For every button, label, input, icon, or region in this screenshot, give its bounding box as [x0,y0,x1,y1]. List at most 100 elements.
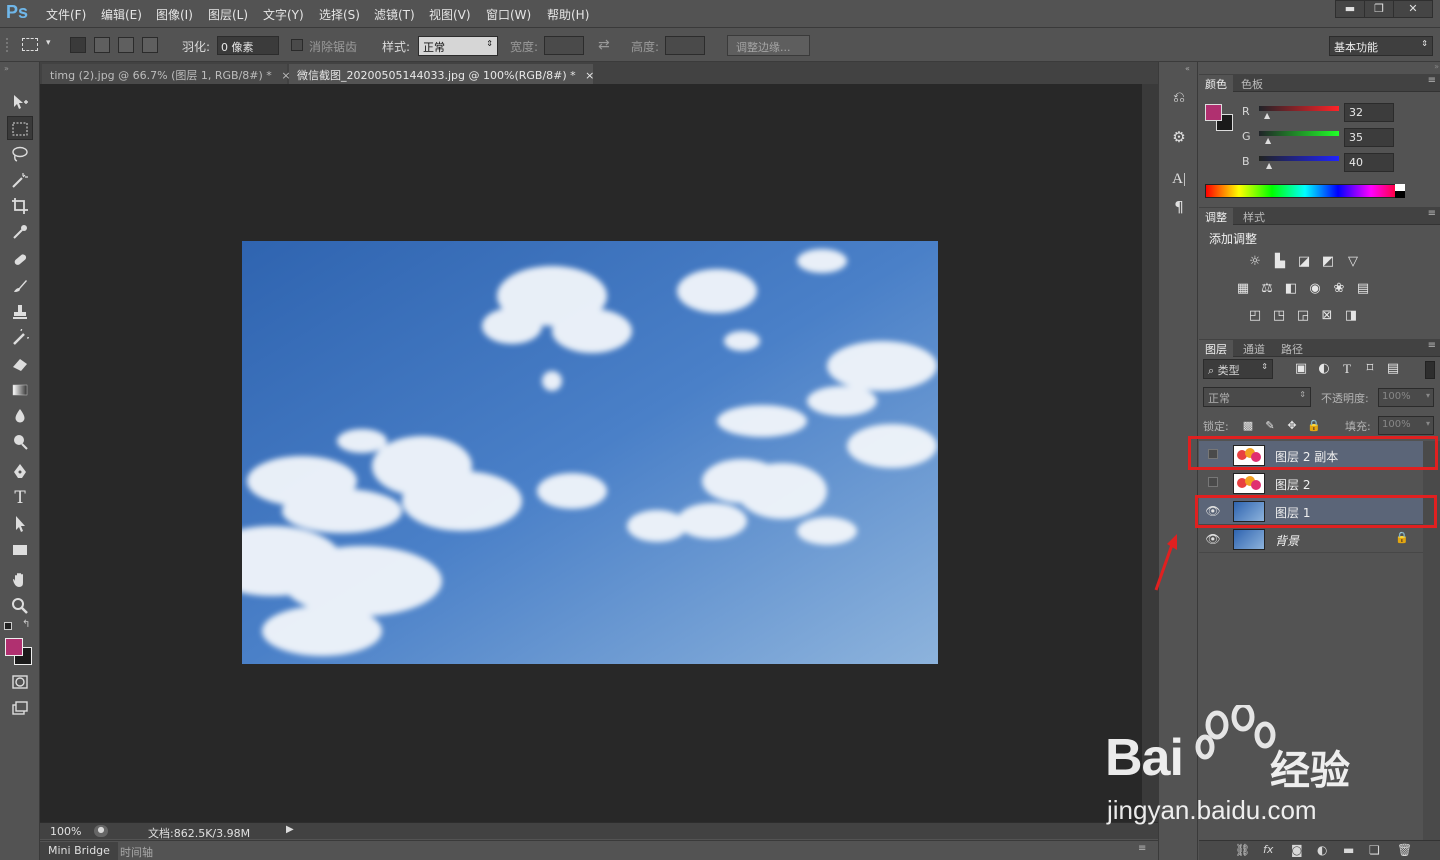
close-tab-icon[interactable]: × [585,69,594,82]
menu-view[interactable]: 视图(V) [429,6,471,23]
zoom-tool-icon[interactable] [7,594,33,618]
black-white-ramp[interactable] [1395,184,1405,198]
add-selection-icon[interactable] [94,37,110,53]
panel-menu-icon[interactable]: ≡ [1428,208,1436,219]
exposure-icon[interactable]: ◩ [1319,253,1337,271]
status-menu-icon[interactable]: ● [94,825,108,837]
channel-g-value[interactable]: 35 [1344,128,1394,147]
tab-adjustments[interactable]: 调整 [1199,208,1233,225]
menu-window[interactable]: 窗口(W) [486,6,531,23]
channel-b-value[interactable]: 40 [1344,153,1394,172]
tab-timeline[interactable]: 时间轴 [120,844,153,860]
link-layers-icon[interactable]: ⛓ [1235,843,1250,857]
new-group-icon[interactable]: ▬ [1343,843,1354,857]
menu-help[interactable]: 帮助(H) [547,6,589,23]
minimize-button[interactable]: ▬ [1335,0,1365,18]
filter-shape-icon[interactable]: ⌑ [1361,360,1379,378]
channel-mixer-icon[interactable]: ❀ [1330,280,1348,298]
tool-preset-chevron-icon[interactable]: ▾ [46,38,51,48]
layer-filter-select[interactable]: ⌕ 类型 ⇕ [1203,359,1273,379]
path-selection-tool-icon[interactable] [7,512,33,536]
threshold-icon[interactable]: ◲ [1294,307,1312,325]
lock-pixels-icon[interactable]: ✎ [1261,417,1279,435]
dodge-tool-icon[interactable] [7,430,33,454]
filter-smart-object-icon[interactable]: ▤ [1384,360,1402,378]
tab-styles[interactable]: 样式 [1237,208,1271,225]
swap-colors-icon[interactable]: ↰ [22,619,30,630]
swap-dimensions-icon[interactable]: ⇄ [598,37,610,53]
color-foreground-swatch[interactable] [1205,104,1222,121]
lock-transparent-icon[interactable]: ▩ [1239,417,1257,435]
gradient-tool-icon[interactable] [7,378,33,402]
filter-pixel-icon[interactable]: ▣ [1292,360,1310,378]
rectangle-tool-icon[interactable] [7,538,33,562]
type-tool-icon[interactable]: T [7,486,33,510]
color-spectrum-bar[interactable] [1205,184,1405,198]
height-input[interactable] [665,36,705,55]
clone-stamp-tool-icon[interactable] [7,300,33,324]
quick-mask-icon[interactable] [7,670,33,694]
character-panel-icon[interactable]: A| [1168,168,1190,190]
move-tool-icon[interactable] [7,90,33,114]
intersect-selection-icon[interactable] [142,37,158,53]
selective-color-icon[interactable]: ◨ [1342,307,1360,325]
tab-mini-bridge[interactable]: Mini Bridge [40,842,118,860]
crop-tool-icon[interactable] [7,194,33,218]
curves-icon[interactable]: ◪ [1295,253,1313,271]
rectangular-marquee-icon[interactable] [22,38,38,51]
layer-style-icon[interactable]: fx [1263,843,1273,856]
feather-input[interactable]: 0 像素 [217,36,279,55]
blend-mode-select[interactable]: 正常 ⇕ [1203,387,1311,407]
properties-panel-icon[interactable]: ⚙ [1168,126,1190,148]
new-adjustment-layer-icon[interactable]: ◐ [1317,843,1327,857]
slider-handle-icon[interactable]: ▲ [1264,111,1270,120]
panel-menu-icon[interactable]: ≡ [1138,843,1146,854]
eyedropper-tool-icon[interactable] [7,220,33,244]
gradient-map-icon[interactable]: ⊠ [1318,307,1336,325]
default-colors-icon[interactable] [4,622,12,630]
color-balance-icon[interactable]: ⚖ [1258,280,1276,298]
posterize-icon[interactable]: ◳ [1270,307,1288,325]
menu-edit[interactable]: 编辑(E) [101,6,142,23]
foreground-color-swatch[interactable] [5,638,23,656]
color-lookup-icon[interactable]: ▤ [1354,280,1372,298]
expand-dock-icon[interactable]: « [1185,64,1190,73]
fill-input[interactable]: 100% ▾ [1378,416,1434,435]
antialias-checkbox[interactable] [291,39,303,51]
refine-edge-button[interactable]: 调整边缘... [727,35,810,56]
hand-tool-icon[interactable] [7,568,33,592]
filter-adjustment-icon[interactable]: ◐ [1315,360,1333,378]
document-tab-active[interactable]: 微信截图_20200505144033.jpg @ 100%(RGB/8#) *… [289,64,594,84]
brightness-contrast-icon[interactable]: ☼ [1246,253,1264,271]
restore-button[interactable]: ❐ [1364,0,1394,18]
filter-toggle[interactable] [1425,361,1435,379]
add-mask-icon[interactable]: ◙ [1291,843,1303,857]
new-layer-icon[interactable]: ❏ [1369,843,1380,857]
lasso-tool-icon[interactable] [7,142,33,166]
photo-filter-icon[interactable]: ◉ [1306,280,1324,298]
slider-handle-icon[interactable]: ▲ [1266,161,1272,170]
subtract-selection-icon[interactable] [118,37,134,53]
blur-tool-icon[interactable] [7,404,33,428]
lock-all-icon[interactable]: 🔒 [1305,417,1323,435]
delete-layer-icon[interactable]: 🗑 [1397,843,1412,857]
pen-tool-icon[interactable] [7,460,33,484]
eye-icon[interactable]: 👁 [1205,531,1221,547]
panel-menu-icon[interactable]: ≡ [1428,75,1436,86]
vibrance-icon[interactable]: ▽ [1344,253,1362,271]
tab-paths[interactable]: 路径 [1275,340,1309,357]
width-input[interactable] [544,36,584,55]
lock-position-icon[interactable]: ✥ [1283,417,1301,435]
menu-image[interactable]: 图像(I) [156,6,193,23]
channel-r-value[interactable]: 32 [1344,103,1394,122]
menu-type[interactable]: 文字(Y) [263,6,304,23]
hue-saturation-icon[interactable]: ▦ [1234,280,1252,298]
status-expand-arrow-icon[interactable]: ▶ [286,824,294,835]
paragraph-panel-icon[interactable]: ¶ [1168,196,1190,218]
document-tab[interactable]: timg (2).jpg @ 66.7% (图层 1, RGB/8#) * × [42,64,291,84]
filter-type-icon[interactable]: T [1338,360,1356,378]
menu-select[interactable]: 选择(S) [319,6,360,23]
menu-file[interactable]: 文件(F) [46,6,86,23]
layer-row[interactable]: 👁 背景 🔒 [1199,525,1423,553]
menu-layer[interactable]: 图层(L) [208,6,248,23]
